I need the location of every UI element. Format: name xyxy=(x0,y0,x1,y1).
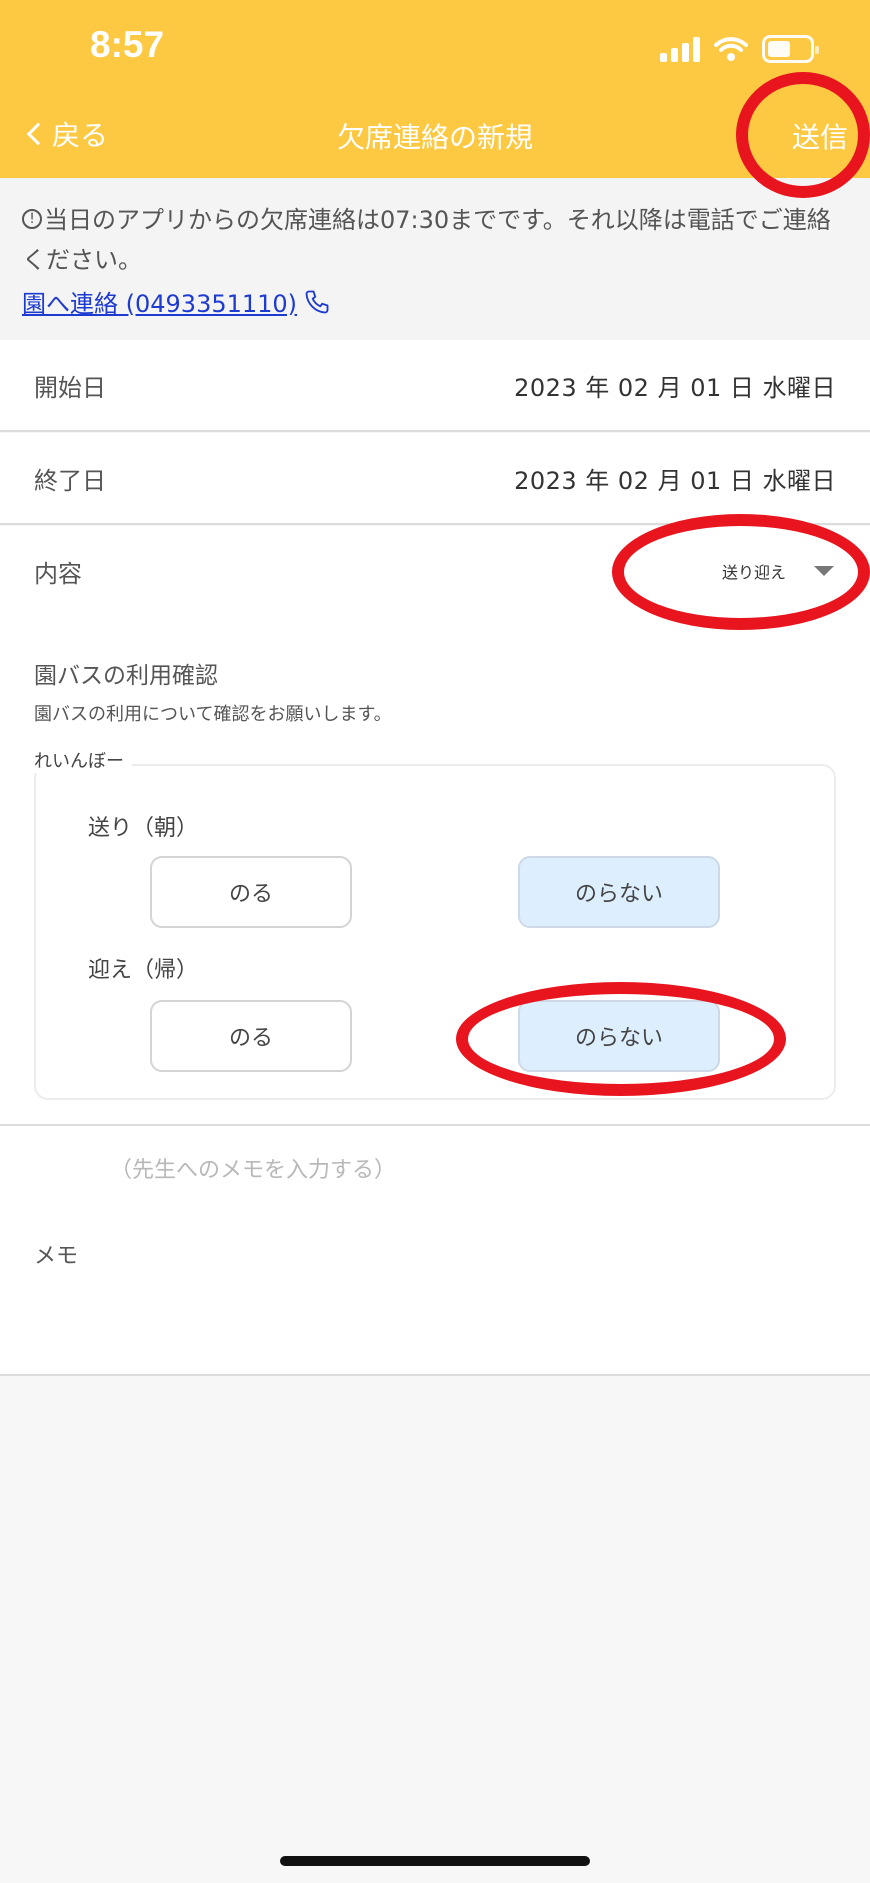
morning-no-ride-button[interactable]: のらない xyxy=(518,856,720,928)
status-time: 8:57 xyxy=(90,24,165,65)
memo-input[interactable] xyxy=(110,1152,810,1272)
morning-ride-button[interactable]: のる xyxy=(150,856,352,928)
start-date-row[interactable]: 開始日 2023 年 02 月 01 日 水曜日 xyxy=(0,340,870,432)
page-title: 欠席連絡の新規 xyxy=(336,121,533,154)
notice-text: 当日のアプリからの欠席連絡は07:30までです。それ以降は電話でご連絡ください。 xyxy=(22,206,831,274)
chevron-down-icon xyxy=(814,566,834,576)
contact-link[interactable]: 園へ連絡 (0493351110) xyxy=(22,284,331,319)
send-button[interactable]: 送信 xyxy=(792,116,848,156)
content-selected-value: 送り迎え xyxy=(721,563,786,582)
content-label: 内容 xyxy=(34,559,82,588)
morning-label: 送り（朝） xyxy=(88,816,199,841)
status-icons xyxy=(660,34,819,64)
notice-text-wrap: ! 当日のアプリからの欠席連絡は07:30までです。それ以降は電話でご連絡ください… xyxy=(22,200,848,280)
evening-label: 迎え（帰） xyxy=(88,958,199,983)
bus-confirmation-section: 園バスの利用確認 園バスの利用について確認をお願いします。 れいんぼー 送り（朝… xyxy=(0,588,870,1126)
child-name: れいんぼー xyxy=(34,747,132,773)
end-date-label: 終了日 xyxy=(34,466,106,495)
evening-no-ride-button[interactable]: のらない xyxy=(518,1000,720,1072)
start-date-value: 2023 年 02 月 01 日 水曜日 xyxy=(514,373,836,402)
bus-section-subtitle: 園バスの利用について確認をお願いします。 xyxy=(34,704,392,725)
wifi-icon xyxy=(714,37,748,61)
phone-icon xyxy=(305,290,329,313)
end-date-row[interactable]: 終了日 2023 年 02 月 01 日 水曜日 xyxy=(0,433,870,525)
memo-label: メモ xyxy=(34,1244,79,1269)
content-dropdown[interactable]: 送り迎え xyxy=(722,559,834,583)
signal-icon xyxy=(660,36,700,62)
contact-link-label: 園へ連絡 (0493351110) xyxy=(22,290,298,318)
info-icon: ! xyxy=(22,209,42,229)
end-date-value: 2023 年 02 月 01 日 水曜日 xyxy=(514,466,836,495)
bus-section-title: 園バスの利用確認 xyxy=(34,663,218,689)
notice-banner: ! 当日のアプリからの欠席連絡は07:30までです。それ以降は電話でご連絡ください… xyxy=(0,178,870,340)
battery-icon xyxy=(762,35,819,63)
start-date-label: 開始日 xyxy=(34,373,106,402)
home-indicator xyxy=(280,1856,590,1866)
evening-ride-button[interactable]: のる xyxy=(150,1000,352,1072)
memo-section: メモ xyxy=(0,1126,870,1376)
header-bar: 8:57 戻る 欠席連絡の新規 送信 xyxy=(0,0,870,178)
